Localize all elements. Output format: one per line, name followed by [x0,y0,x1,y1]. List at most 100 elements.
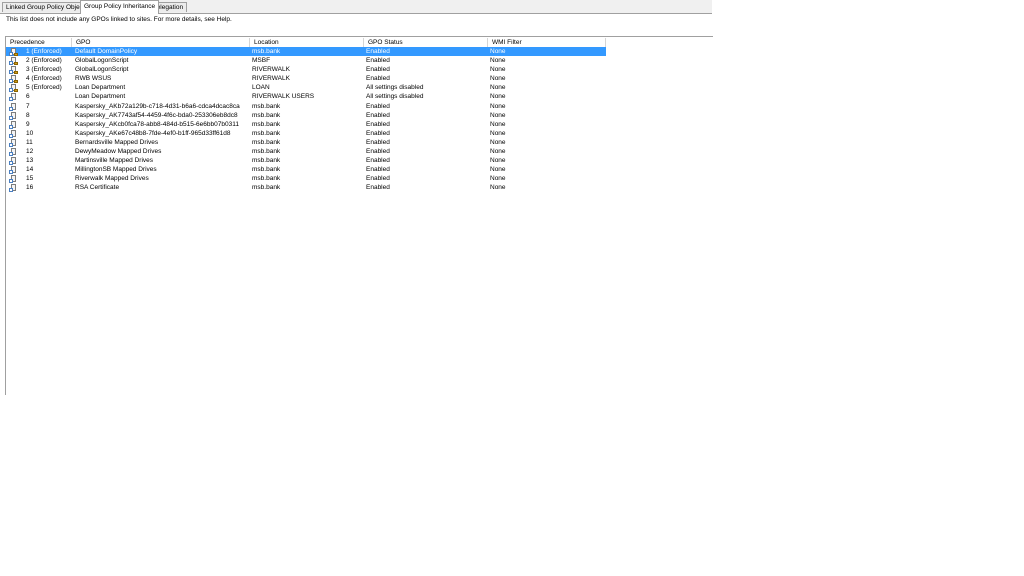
gpo-status-cell: Enabled [366,138,390,146]
gpo-link-icon [9,138,19,147]
gpo-status-cell: Enabled [366,66,390,74]
table-row[interactable]: 16 RSA Certificate msb.bank Enabled None [6,183,606,193]
table-row[interactable]: 1 (Enforced) Default DomainPolicy msb.bank… [6,47,606,57]
wmi-filter-cell: None [490,57,506,65]
table-row[interactable]: 9 Kaspersky_AKcb0fca78-abb8-484d-b515-6e6… [6,120,606,129]
table-body: 1 (Enforced) Default DomainPolicy msb.bank… [6,47,606,193]
wmi-filter-cell: None [490,66,506,74]
gpo-name-cell: GlobalLogonScript [75,57,129,65]
wmi-filter-cell: None [490,75,506,83]
table-row[interactable]: 14 MillingtonSB Mapped Drives msb.bank Enab… [6,165,606,175]
gpo-link-icon [9,92,19,102]
table-row[interactable]: 2 (Enforced) GlobalLogonScript MSBF Enabled… [6,56,606,66]
gpo-name-cell: RSA Certificate [75,184,120,192]
gpo-status-cell: Enabled [366,111,390,119]
table-row[interactable]: 8 Kaspersky_AK7743af54-4459-4f6c-bda0-253… [6,111,606,120]
gpo-name-cell: GlobalLogonScript [75,66,129,74]
enforced-gpo-link-icon [9,74,19,84]
location-cell: msb.bank [252,157,281,165]
location-cell: msb.bank [252,120,281,128]
wmi-filter-cell: None [490,148,506,156]
gpo-inheritance-panel: Linked Group Policy Objects Group Policy… [0,0,713,395]
table-row[interactable]: 4 (Enforced) RWB WSUS RIVERWALK Enabled None [6,74,606,84]
gpo-link-icon [9,183,19,193]
location-cell: MSBF [252,57,271,65]
wmi-filter-cell: None [490,93,506,101]
table-row[interactable]: 5 (Enforced) Loan Department LOAN All setti… [6,83,606,93]
location-cell: msb.bank [252,166,281,174]
location-cell: msb.bank [252,175,281,183]
location-cell: LOAN [252,84,270,92]
column-header-gpo[interactable]: GPO [72,38,250,47]
gpo-link-icon [9,102,19,111]
precedence-cell: 16 [26,184,34,192]
gpo-name-cell: Kaspersky_AK7743af54-4459-4f6c-bda0-2533… [75,111,238,119]
wmi-filter-cell: None [490,184,506,192]
table-row[interactable]: 7 Kaspersky_AKb72a129b-c718-4d31-b6a6-cdc… [6,102,606,111]
gpo-status-cell: Enabled [366,184,390,192]
table-row[interactable]: 13 Martinsville Mapped Drives msb.bank Enab… [6,156,606,166]
column-header-gpo-status[interactable]: GPO Status [364,38,488,47]
column-header-location[interactable]: Location [250,38,364,47]
location-cell: RIVERWALK [252,75,290,83]
gpo-link-icon [9,174,19,184]
wmi-filter-cell: None [490,48,506,55]
location-cell: msb.bank [252,129,281,137]
wmi-filter-cell: None [490,175,506,183]
gpo-name-cell: DewyMeadow Mapped Drives [75,148,162,156]
precedence-cell: 15 [26,175,34,183]
table-row[interactable]: 3 (Enforced) GlobalLogonScript RIVERWALK En… [6,65,606,75]
table-row[interactable]: 11 Bernardsville Mapped Drives msb.bank Ena… [6,138,606,147]
location-cell: RIVERWALK USERS [252,93,315,101]
precedence-cell: 14 [26,166,34,174]
wmi-filter-cell: None [490,166,506,174]
gpo-link-icon [9,111,19,120]
precedence-cell: 12 [26,148,34,156]
gpo-link-icon [9,165,19,175]
location-cell: msb.bank [252,184,281,192]
precedence-cell: 4 (Enforced) [26,75,62,83]
location-cell: RIVERWALK [252,66,290,74]
enforced-gpo-link-icon [9,65,19,75]
gpo-status-cell: Enabled [366,48,390,55]
gpo-status-cell: All settings disabled [366,84,424,92]
table-row[interactable]: 10 Kaspersky_AKe67c48b8-7fde-4ef0-b1ff-96… [6,129,606,138]
table-row[interactable]: 15 Riverwalk Mapped Drives msb.bank Enabled… [6,174,606,184]
tab-linked-gpos[interactable]: Linked Group Policy Objects [2,2,93,12]
location-cell: msb.bank [252,48,281,55]
precedence-cell: 3 (Enforced) [26,66,62,74]
inheritance-table: Precedence GPO Location GPO Status WMI F… [5,36,713,395]
precedence-cell: 11 [26,138,33,146]
gpo-link-icon [9,129,19,138]
gpo-status-cell: Enabled [366,129,390,137]
gpo-name-cell: Riverwalk Mapped Drives [75,175,149,183]
table-row[interactable]: 6 Loan Department RIVERWALK USERS All setti… [6,92,606,102]
tab-group-policy-inheritance[interactable]: Group Policy Inheritance [80,0,160,14]
gpo-name-cell: Bernardsville Mapped Drives [75,138,159,146]
gpo-link-icon [9,156,19,166]
wmi-filter-cell: None [490,102,506,110]
column-header-precedence[interactable]: Precedence [6,38,72,47]
column-header-wmi-filter[interactable]: WMI Filter [488,38,606,47]
gpo-name-cell: RWB WSUS [75,75,112,83]
tab-strip: Linked Group Policy Objects Group Policy… [0,0,712,14]
location-cell: msb.bank [252,102,281,110]
sites-note: This list does not include any GPOs link… [6,16,232,23]
location-cell: msb.bank [252,138,281,146]
gpo-status-cell: Enabled [366,166,390,174]
gpo-name-cell: Kaspersky_AKb72a129b-c718-4d31-b6a6-cdca… [75,102,240,110]
wmi-filter-cell: None [490,111,506,119]
precedence-cell: 1 (Enforced) [26,48,62,55]
enforced-gpo-link-icon [9,47,19,56]
wmi-filter-cell: None [490,120,506,128]
wmi-filter-cell: None [490,138,506,146]
wmi-filter-cell: None [490,157,506,165]
gpo-status-cell: Enabled [366,120,390,128]
table-row[interactable]: 12 DewyMeadow Mapped Drives msb.bank Enable… [6,147,606,157]
gpo-name-cell: Loan Department [75,93,126,101]
gpo-name-cell: MillingtonSB Mapped Drives [75,166,157,174]
gpo-status-cell: All settings disabled [366,93,424,101]
location-cell: msb.bank [252,148,281,156]
gpo-status-cell: Enabled [366,148,390,156]
gpo-link-icon [9,147,19,157]
